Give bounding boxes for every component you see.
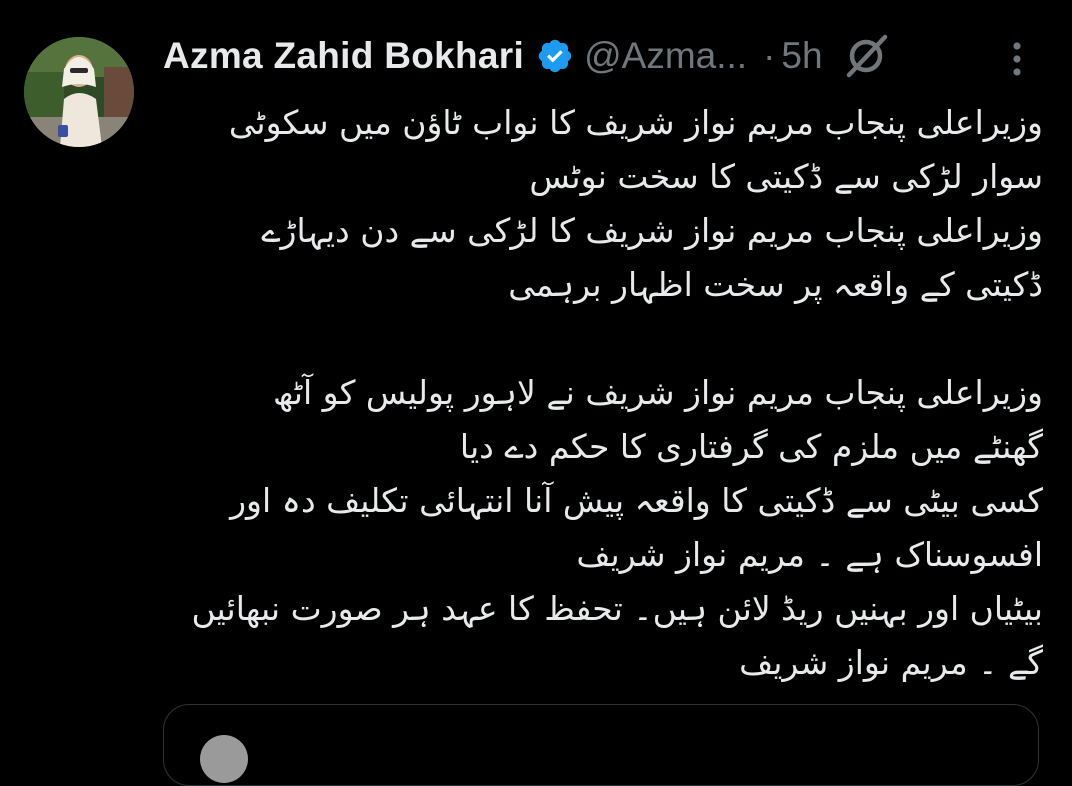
author-name[interactable]: Azma Zahid Bokhari: [163, 35, 524, 77]
more-vertical-icon[interactable]: [1002, 40, 1032, 80]
grok-icon[interactable]: [843, 33, 889, 79]
tweet-text-line: گھنٹے میں ملزم کی گرفتاری کا حکم دے دیا: [459, 427, 1043, 466]
timestamp[interactable]: 5h: [781, 35, 822, 77]
separator-dot: ·: [763, 35, 776, 76]
tweet-text-line: بیٹیاں اور بہنیں ریڈ لائن ہیں۔ تحفظ کا ع…: [191, 589, 1043, 628]
previous-tweet-edge: ˘ ·: [90, 0, 115, 11]
tweet-header: Azma Zahid Bokhari @Azma... · 5h: [163, 30, 1052, 82]
tweet-text-line: گے ۔ مریم نواز شریف: [739, 643, 1043, 682]
quoted-tweet-card[interactable]: [163, 704, 1039, 786]
tweet-text-line: افسوسناک ہے ۔ مریم نواز شریف: [576, 535, 1043, 574]
tweet-text-line: ڈکیتی کے واقعہ پر سخت اظہار برہمی: [508, 265, 1043, 304]
quoted-tweet-avatar: [200, 735, 248, 783]
tweet-text-line: وزیراعلی پنجاب مریم نواز شریف نے لاہور پ…: [272, 373, 1043, 412]
tweet-text-line: سوار لڑکی سے ڈکیتی کا سخت نوٹس: [529, 157, 1043, 196]
tweet-text-line: وزیراعلی پنجاب مریم نواز شریف کا لڑکی سے…: [261, 211, 1043, 250]
tweet-text: وزیراعلی پنجاب مریم نواز شریف کا نواب ٹا…: [163, 96, 1043, 690]
verified-badge-icon[interactable]: [536, 37, 574, 75]
author-handle[interactable]: @Azma...: [584, 35, 747, 77]
avatar[interactable]: [24, 37, 134, 147]
tweet-text-line: کسی بیٹی سے ڈکیتی کا واقعہ پیش آنا انتہا…: [230, 481, 1043, 520]
tweet-text-line: وزیراعلی پنجاب مریم نواز شریف کا نواب ٹا…: [228, 103, 1043, 142]
tweet-text-line: [163, 312, 1043, 366]
